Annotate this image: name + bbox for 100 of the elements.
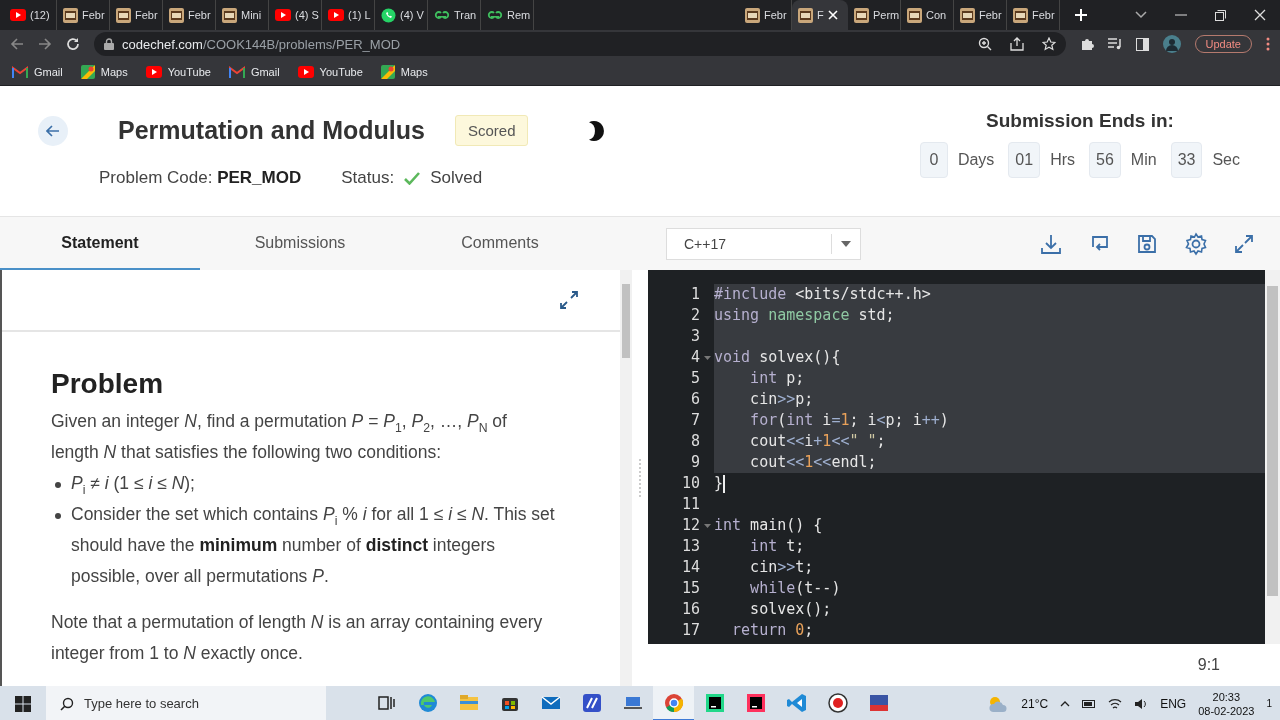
line-number: 14: [681, 557, 700, 578]
countdown-value: 56: [1089, 142, 1121, 178]
countdown-unit: Min: [1130, 151, 1157, 169]
chevron-icon[interactable]: [1135, 11, 1147, 19]
cursor-position: 9:1: [1197, 656, 1220, 674]
countdown-title: Submission Ends in:: [986, 110, 1174, 132]
back-arrow-icon: [46, 124, 60, 137]
share-icon[interactable]: [1009, 37, 1024, 51]
windows-icon[interactable]: [15, 695, 31, 712]
bullet-icon: [55, 513, 61, 519]
caret-icon: [841, 240, 851, 247]
line-number: 8: [690, 431, 700, 452]
play-icon: [297, 65, 314, 78]
fullscreen-icon[interactable]: [1234, 233, 1254, 254]
scored-badge: Scored: [454, 115, 529, 146]
save-icon[interactable]: [1136, 232, 1158, 255]
map-icon: [380, 64, 395, 79]
code-line: cin>>p;: [750, 389, 814, 410]
puzzle-icon[interactable]: [1079, 37, 1094, 51]
close-icon[interactable]: [1254, 9, 1266, 21]
bookmark[interactable]: YouTube: [297, 65, 363, 78]
code-line: return 0;: [732, 620, 814, 641]
side-panel-icon[interactable]: [1135, 37, 1149, 51]
clock[interactable]: 20:33 08-02-2023: [1198, 689, 1255, 718]
line-number: 12: [681, 515, 700, 536]
countdown-unit: Days: [957, 151, 995, 169]
line-number: 1: [690, 284, 700, 305]
line-number: 3: [690, 326, 700, 347]
chat-icon: [381, 7, 396, 23]
search-icon: [60, 696, 74, 711]
expand-icon[interactable]: [558, 289, 580, 311]
page-tab[interactable]: Submissions: [200, 217, 400, 270]
more-icon[interactable]: [1266, 37, 1270, 51]
code-line: int p;: [750, 368, 805, 389]
taskbar-search[interactable]: Type here to search: [46, 686, 326, 720]
input-language[interactable]: ENG: [1160, 696, 1187, 711]
play-icon: [275, 9, 291, 21]
bookmark[interactable]: Gmail: [228, 65, 280, 78]
settings-icon[interactable]: [1184, 231, 1208, 256]
line-number: 17: [681, 620, 700, 641]
status-value: Solved: [430, 168, 483, 188]
zoom-icon[interactable]: [977, 37, 992, 51]
chevron-up-icon[interactable]: [1060, 700, 1071, 707]
code-line: solvex();: [750, 599, 832, 620]
countdown-value: 01: [1008, 142, 1041, 178]
scrollbar[interactable]: [1265, 270, 1280, 644]
condition-item: Consider the set which contains P$_{i}$ % i for all 1 ≤ i ≤ N. This set should have the minimum number of distinct integers possible, over all permutations P.: [71, 503, 556, 588]
problem-code: Problem Code: PER_MOD: [99, 168, 302, 188]
back-icon[interactable]: [10, 37, 24, 51]
line-number: 7: [690, 410, 700, 431]
download-icon[interactable]: [1040, 232, 1062, 255]
page-tab[interactable]: Statement: [0, 217, 200, 270]
status-label: Status:: [341, 168, 395, 188]
battery-icon[interactable]: [1082, 699, 1097, 708]
line-number: 9: [690, 452, 700, 473]
countdown-value: 33: [1170, 142, 1203, 178]
code-line: cout<<i+1<<" ";: [750, 431, 886, 452]
reload-icon[interactable]: [66, 37, 80, 51]
star-icon[interactable]: [1041, 37, 1056, 51]
avatar-icon[interactable]: [1162, 35, 1181, 53]
scrollbar[interactable]: [620, 270, 632, 686]
code-editor[interactable]: [648, 270, 1265, 644]
fold-icon[interactable]: [704, 356, 711, 360]
browser-tab[interactable]: F: [792, 0, 848, 30]
bookmark[interactable]: Maps: [80, 64, 128, 79]
restore-icon[interactable]: [1215, 9, 1226, 21]
map-icon: [80, 64, 95, 79]
page-tab[interactable]: Comments: [400, 217, 600, 270]
playlist-icon[interactable]: [1107, 38, 1122, 50]
play-icon: [145, 65, 162, 78]
notification-count[interactable]: 1: [1266, 698, 1272, 709]
line-number: 16: [681, 599, 700, 620]
code-line: cout<<1<<endl;: [750, 452, 877, 473]
text-cursor: [723, 474, 725, 493]
forward-icon[interactable]: [38, 37, 52, 51]
speaker-icon[interactable]: [1134, 697, 1149, 710]
plus-icon[interactable]: [1074, 8, 1088, 22]
code-line: cin>>t;: [750, 557, 814, 578]
bookmark[interactable]: YouTube: [145, 65, 211, 78]
bookmark[interactable]: Gmail: [12, 65, 63, 78]
code-line: #include <bits/stdc++.h>: [714, 284, 931, 305]
logo-icon: [434, 10, 450, 20]
code-line: }: [714, 473, 724, 494]
bookmark[interactable]: Maps: [380, 64, 428, 79]
wifi-icon[interactable]: [1108, 697, 1123, 710]
temperature: 21°C: [1021, 696, 1049, 711]
drag-handle-icon[interactable]: [638, 458, 642, 498]
code-line: void solvex(){: [714, 347, 841, 368]
line-number: 2: [690, 305, 700, 326]
statement-paragraph: Note that a permutation of length N is an array containing every integer from 1 to N exactly once.: [51, 611, 544, 665]
language-select[interactable]: C++17: [666, 227, 861, 260]
record-icon: [825, 690, 850, 715]
countdown-value: 0: [919, 142, 948, 178]
logo-icon: [487, 10, 503, 20]
countdown-unit: Sec: [1212, 151, 1240, 169]
back-button[interactable]: [38, 115, 68, 146]
fold-icon[interactable]: [704, 524, 711, 528]
line-number: 13: [681, 536, 700, 557]
line-number: 4: [690, 347, 700, 368]
address-bar[interactable]: codechef.com/COOK144B/problems/PER_MOD: [94, 32, 1066, 56]
